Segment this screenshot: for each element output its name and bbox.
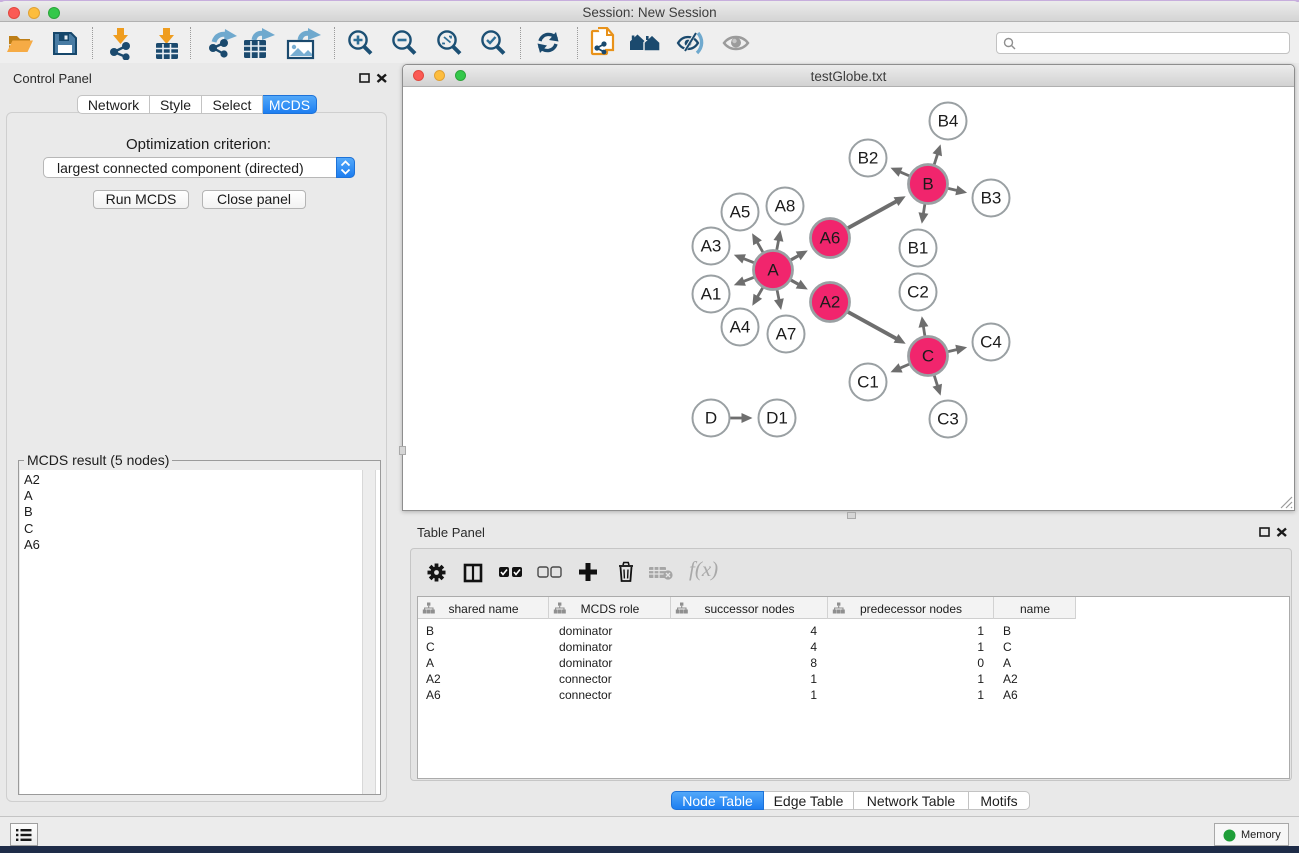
svg-text:B1: B1 bbox=[908, 239, 929, 258]
svg-text:A1: A1 bbox=[701, 285, 722, 304]
svg-text:B2: B2 bbox=[858, 149, 879, 168]
svg-text:A8: A8 bbox=[775, 197, 796, 216]
svg-text:C: C bbox=[922, 347, 934, 366]
svg-text:D: D bbox=[705, 409, 717, 428]
svg-text:C1: C1 bbox=[857, 373, 879, 392]
svg-text:A7: A7 bbox=[776, 325, 797, 344]
svg-text:A6: A6 bbox=[820, 229, 841, 248]
svg-text:A2: A2 bbox=[820, 293, 841, 312]
svg-text:D1: D1 bbox=[766, 409, 788, 428]
svg-text:C3: C3 bbox=[937, 410, 959, 429]
svg-text:A3: A3 bbox=[701, 237, 722, 256]
svg-text:B: B bbox=[922, 175, 933, 194]
svg-text:B3: B3 bbox=[981, 189, 1002, 208]
svg-text:B4: B4 bbox=[938, 112, 959, 131]
svg-text:A4: A4 bbox=[730, 318, 751, 337]
svg-text:C2: C2 bbox=[907, 283, 929, 302]
svg-text:A: A bbox=[767, 261, 779, 280]
svg-text:C4: C4 bbox=[980, 333, 1002, 352]
svg-text:A5: A5 bbox=[730, 203, 751, 222]
